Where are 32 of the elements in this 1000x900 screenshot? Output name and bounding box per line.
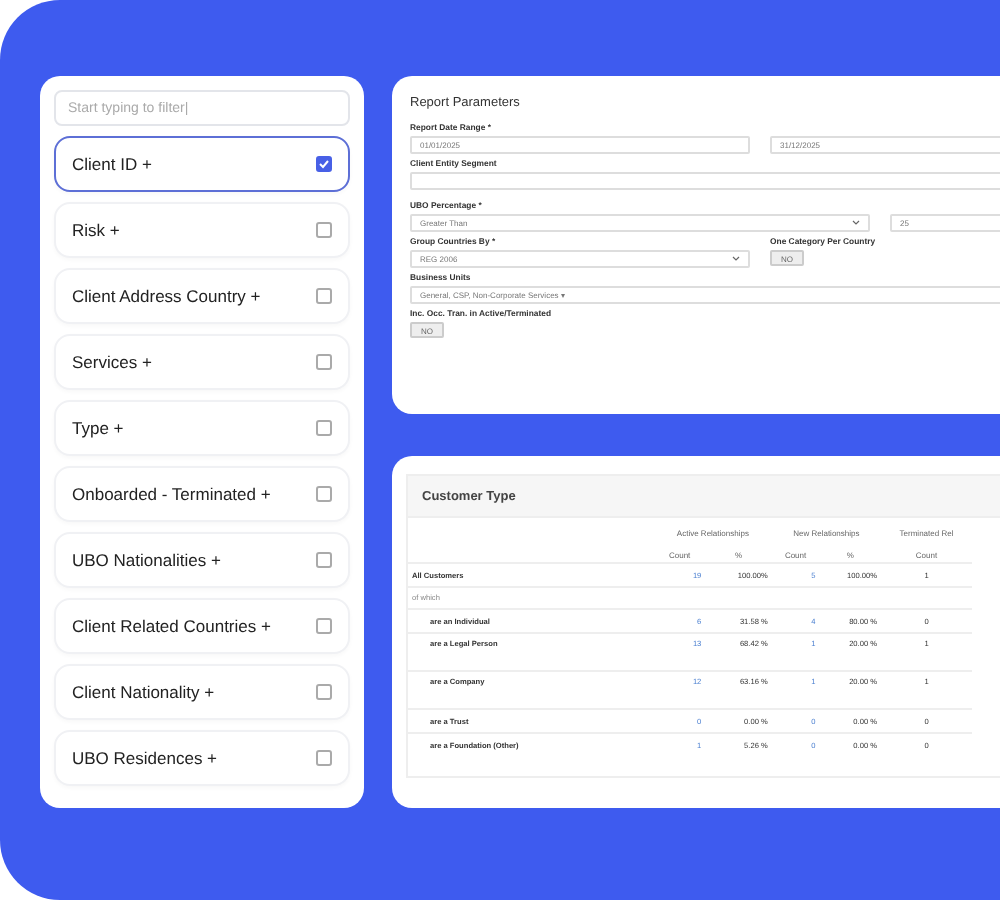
field-option[interactable]: Onboarded - Terminated + [54,466,350,522]
field-label: Client Nationality + [72,682,215,702]
field-option[interactable]: UBO Residences + [54,730,350,786]
chevron-down-icon [852,220,860,226]
field-option[interactable]: Client Related Countries + [54,598,350,654]
field-option[interactable]: Type + [54,400,350,456]
checkbox[interactable] [316,750,332,766]
checkbox[interactable] [316,486,332,502]
checkbox[interactable] [316,354,332,370]
field-option[interactable]: Risk + [54,202,350,258]
checkbox[interactable] [316,420,332,436]
field-option[interactable]: Client Nationality + [54,664,350,720]
field-label: Onboarded - Terminated + [72,484,271,504]
checkbox[interactable] [316,618,332,634]
checkbox[interactable] [316,552,332,568]
field-label: UBO Nationalities + [72,550,221,570]
checkbox[interactable] [316,288,332,304]
checkbox[interactable] [316,156,332,172]
field-label: Client Address Country + [72,286,261,306]
segment-field[interactable] [410,172,1000,190]
field-option[interactable]: Client Address Country + [54,268,350,324]
field-label: Risk + [72,220,120,240]
field-label: Client Related Countries + [72,616,271,636]
field-label: Client ID + [72,154,152,174]
field-label: UBO Residences + [72,748,218,768]
field-label: Type + [72,418,124,438]
checkbox[interactable] [316,222,332,238]
field-option[interactable]: UBO Nationalities + [54,532,350,588]
field-label: Services + [72,352,152,372]
checkbox[interactable] [316,684,332,700]
chevron-down-icon [732,256,740,262]
field-option[interactable]: Services + [54,334,350,390]
